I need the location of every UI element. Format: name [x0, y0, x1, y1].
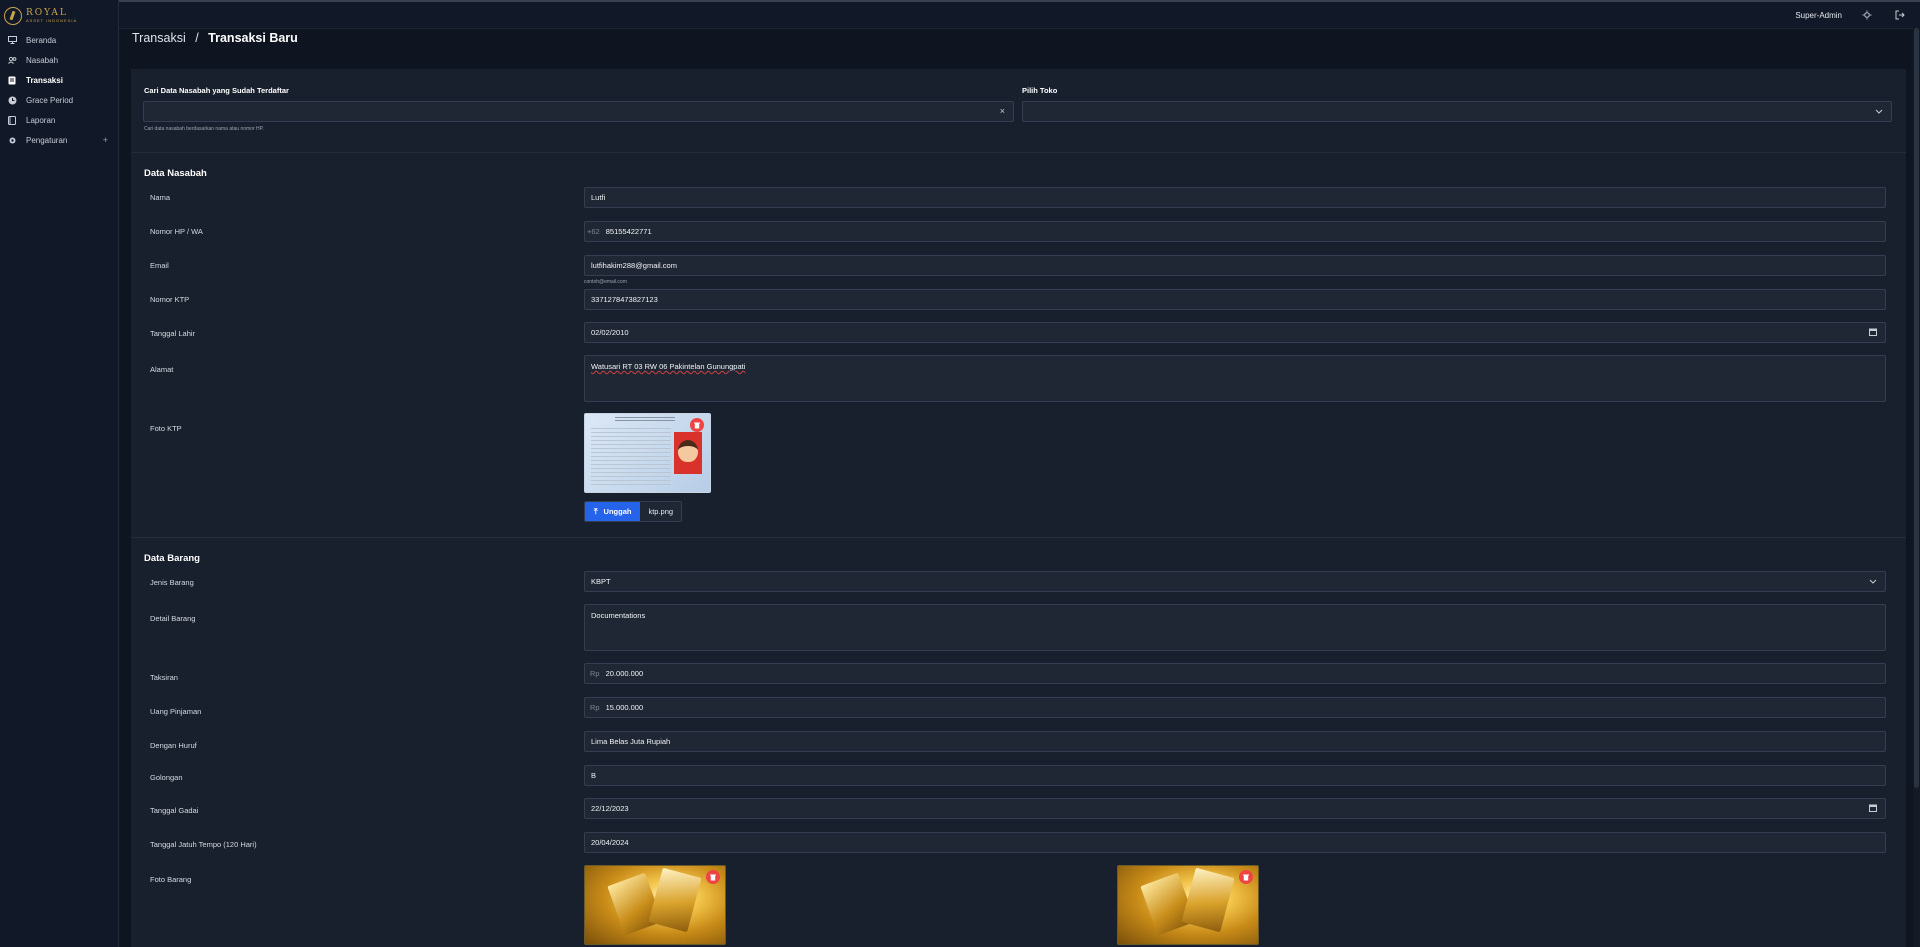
- breadcrumb-separator: /: [195, 31, 199, 45]
- monitor-icon: [7, 35, 17, 45]
- clock-icon: [7, 95, 17, 105]
- hp-input[interactable]: +62 85155422771: [584, 221, 1886, 242]
- item-photo-label: Foto Barang: [150, 875, 192, 884]
- clear-icon[interactable]: ×: [1000, 106, 1005, 116]
- appraisal-label: Taksiran: [150, 673, 178, 682]
- item-detail-textarea[interactable]: Documentations: [584, 604, 1886, 651]
- sidebar-item-label: Nasabah: [26, 55, 59, 65]
- ktp-upload-control: ⤒ Unggah ktp.png: [584, 501, 683, 522]
- sidebar-item-label: Grace Period: [26, 95, 74, 105]
- brand-logo[interactable]: ROYAL ASSET INDONESIA: [4, 5, 77, 27]
- sidebar-item-laporan[interactable]: Laporan: [0, 110, 118, 130]
- scrollbar-thumb[interactable]: [1914, 28, 1919, 788]
- loan-amount-label: Uang Pinjaman: [150, 707, 202, 716]
- email-hint: contoh@email.com: [584, 279, 627, 285]
- due-date-input[interactable]: 20/04/2024: [584, 832, 1886, 853]
- chevron-down-icon: [1869, 577, 1877, 587]
- logout-icon[interactable]: [1894, 9, 1906, 21]
- breadcrumb-parent[interactable]: Transaksi: [132, 31, 186, 45]
- loan-amount-input[interactable]: Rp 15.000.000: [584, 697, 1886, 718]
- item-type-label: Jenis Barang: [150, 578, 194, 587]
- store-label: Pilih Toko: [1022, 86, 1058, 95]
- top-header: Super-Admin: [119, 2, 1920, 29]
- calendar-icon[interactable]: [1869, 328, 1877, 338]
- sidebar-nav: Beranda Nasabah Transaksi Grace Period L…: [0, 30, 118, 150]
- sidebar-item-nasabah[interactable]: Nasabah: [0, 50, 118, 70]
- currency-prefix: Rp: [590, 669, 600, 678]
- trash-icon: [710, 874, 716, 880]
- sidebar-item-label: Pengaturan: [26, 135, 68, 145]
- ktp-number-input[interactable]: 3371278473827123: [584, 289, 1886, 310]
- breadcrumb-current: Transaksi Baru: [208, 31, 298, 45]
- nama-input[interactable]: Lutfi: [584, 187, 1886, 208]
- brand-sub: ASSET INDONESIA: [26, 18, 78, 23]
- sidebar-item-label: Beranda: [26, 35, 57, 45]
- search-hint: Cari data nasabah berdasarkan nama atau …: [144, 126, 264, 132]
- theme-toggle-icon[interactable]: [1861, 9, 1873, 21]
- sidebar-item-beranda[interactable]: Beranda: [0, 30, 118, 50]
- page-scrollbar[interactable]: [1913, 28, 1920, 947]
- expand-plus-icon[interactable]: +: [103, 135, 108, 145]
- delete-item-photo-2-button[interactable]: [1239, 870, 1253, 884]
- upload-icon: ⤒: [594, 506, 598, 516]
- upload-button[interactable]: ⤒ Unggah: [585, 502, 641, 521]
- delete-ktp-photo-button[interactable]: [690, 418, 704, 432]
- nama-label: Nama: [150, 193, 171, 202]
- section-divider: [131, 152, 1906, 153]
- trash-icon: [694, 422, 700, 428]
- sidebar-item-label: Transaksi: [26, 75, 63, 85]
- due-date-label: Tanggal Jatuh Tempo (120 Hari): [150, 840, 257, 849]
- delete-item-photo-1-button[interactable]: [706, 870, 720, 884]
- hp-label: Nomor HP / WA: [150, 227, 203, 236]
- hp-prefix: +62: [587, 227, 600, 236]
- customer-search-input[interactable]: ×: [143, 101, 1014, 122]
- amount-in-words-label: Dengan Huruf: [150, 741, 197, 750]
- item-detail-label: Detail Barang: [150, 614, 196, 623]
- section-title-nasabah: Data Nasabah: [144, 168, 207, 179]
- brand-name: ROYAL: [26, 8, 68, 18]
- search-label: Cari Data Nasabah yang Sudah Terdaftar: [144, 86, 289, 95]
- appraisal-input[interactable]: Rp 20.000.000: [584, 663, 1886, 684]
- birthdate-input[interactable]: 02/02/2010: [584, 322, 1886, 343]
- ktp-face-photo: [674, 432, 702, 474]
- item-photo-1: [584, 865, 726, 945]
- chevron-down-icon: [1875, 107, 1883, 117]
- store-select[interactable]: [1022, 101, 1892, 122]
- section-title-barang: Data Barang: [144, 553, 200, 564]
- ktp-photo-label: Foto KTP: [150, 424, 182, 433]
- item-photo-2: [1117, 865, 1259, 945]
- currency-prefix: Rp: [590, 703, 600, 712]
- sidebar-item-label: Laporan: [26, 115, 56, 125]
- user-name[interactable]: Super-Admin: [1795, 11, 1842, 20]
- sidebar-item-grace-period[interactable]: Grace Period: [0, 90, 118, 110]
- address-label: Alamat: [150, 365, 174, 374]
- email-input[interactable]: lutfihakim288@gmail.com: [584, 255, 1886, 276]
- pawn-date-label: Tanggal Gadai: [150, 806, 199, 815]
- item-type-select[interactable]: KBPT: [584, 571, 1886, 592]
- sidebar: ROYAL ASSET INDONESIA Beranda Nasabah Tr…: [0, 0, 119, 947]
- calendar-icon[interactable]: [1869, 804, 1877, 814]
- uploaded-filename: ktp.png: [640, 502, 682, 521]
- gear-icon: [7, 135, 17, 145]
- class-label: Golongan: [150, 773, 183, 782]
- class-input[interactable]: B: [584, 765, 1886, 786]
- logo-icon: [4, 7, 22, 25]
- document-icon: [7, 75, 17, 85]
- sidebar-item-pengaturan[interactable]: Pengaturan +: [0, 130, 118, 150]
- sidebar-item-transaksi[interactable]: Transaksi: [0, 70, 118, 90]
- section-divider: [131, 537, 1906, 538]
- users-icon: [7, 55, 17, 65]
- email-label: Email: [150, 261, 169, 270]
- book-icon: [7, 115, 17, 125]
- birthdate-label: Tanggal Lahir: [150, 329, 196, 338]
- pawn-date-input[interactable]: 22/12/2023: [584, 798, 1886, 819]
- amount-in-words-input[interactable]: Lima Belas Juta Rupiah: [584, 731, 1886, 752]
- ktp-number-label: Nomor KTP: [150, 295, 190, 304]
- trash-icon: [1243, 874, 1249, 880]
- breadcrumb: Transaksi / Transaksi Baru: [132, 31, 298, 45]
- address-textarea[interactable]: Watusari RT 03 RW 06 Pakintelan Gunungpa…: [584, 355, 1886, 402]
